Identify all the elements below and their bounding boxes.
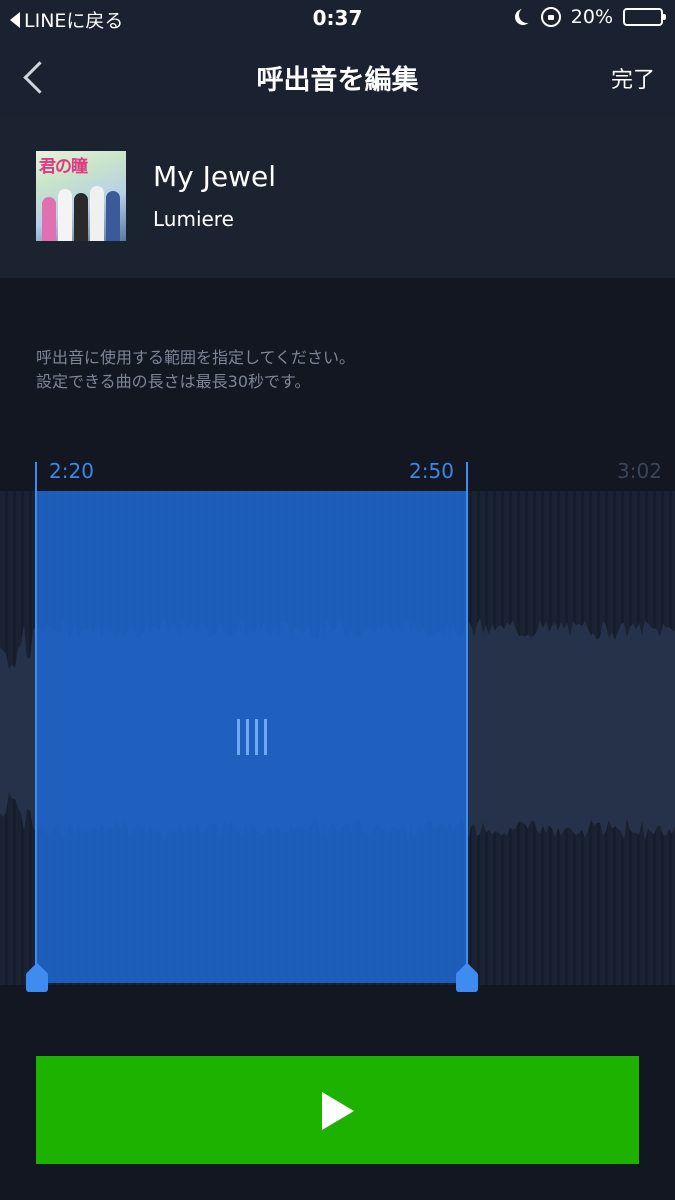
end-time-label: 2:50 [409, 459, 454, 483]
instruction-line: 呼出音に使用する範囲を指定してください。 [36, 348, 356, 367]
battery-icon [623, 8, 666, 26]
battery-percent: 20% [570, 6, 613, 28]
status-bar: LINEに戻る 0:37 20% [0, 0, 675, 38]
play-icon [322, 1092, 354, 1130]
instruction-line: 設定できる曲の長さは最長30秒です。 [36, 372, 311, 391]
instructions: 呼出音に使用する範囲を指定してください。 設定できる曲の長さは最長30秒です。 [36, 346, 355, 394]
page-title: 呼出音を編集 [256, 65, 419, 96]
start-handle[interactable] [26, 964, 48, 992]
do-not-disturb-icon [519, 7, 535, 23]
song-title: My Jewel [153, 160, 277, 193]
done-button[interactable]: 完了 [611, 62, 655, 94]
song-info: 君の瞳 My Jewel Lumiere [0, 114, 675, 278]
start-time-label: 2:20 [49, 459, 94, 483]
rotation-lock-icon [540, 7, 561, 27]
end-marker-line [466, 462, 468, 984]
start-marker-line [35, 462, 37, 984]
album-logo: 君の瞳 [39, 157, 88, 177]
status-indicators: 20% [515, 6, 666, 28]
navigation-bar: 呼出音を編集 完了 [0, 38, 675, 114]
drag-grip-icon[interactable] [237, 719, 267, 755]
total-duration-label: 3:02 [617, 459, 662, 483]
song-artist: Lumiere [153, 207, 234, 231]
album-art: 君の瞳 [36, 151, 126, 241]
end-handle[interactable] [456, 964, 478, 992]
